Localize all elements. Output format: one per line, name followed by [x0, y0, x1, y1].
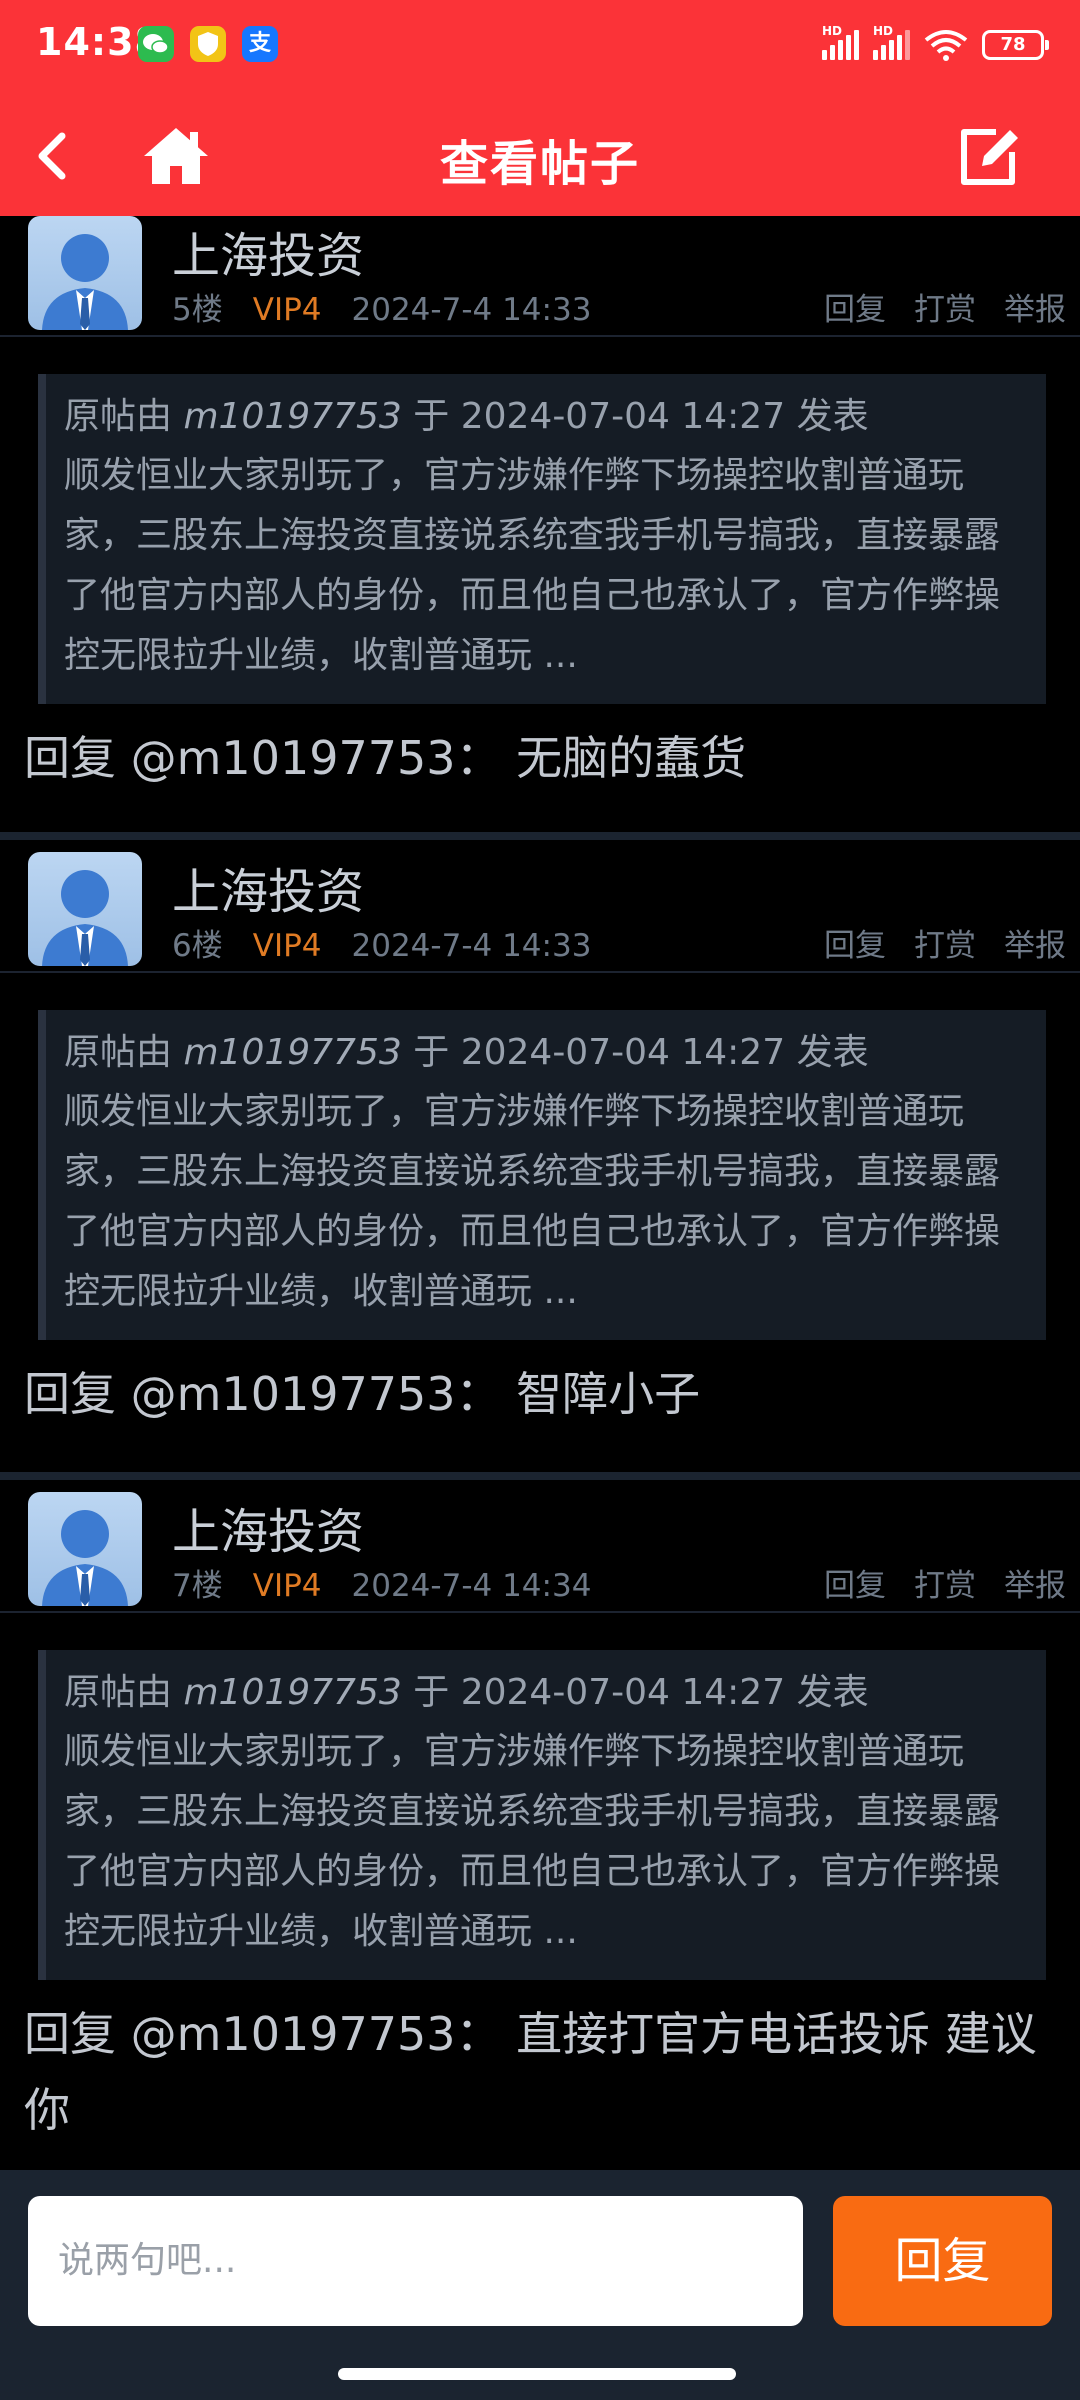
wifi-icon	[924, 30, 968, 61]
avatar[interactable]	[28, 1492, 142, 1606]
floor-number: 6楼	[172, 928, 223, 964]
reply-composer: 说两句吧... 回复	[0, 2170, 1080, 2400]
post-divider	[0, 1472, 1080, 1480]
floor-number: 5楼	[172, 292, 223, 328]
battery-icon: 78	[982, 30, 1049, 60]
vip-badge: VIP4	[252, 1568, 322, 1604]
shield-app-icon	[190, 26, 226, 62]
post-header: 上海投资 5楼 VIP4 2024-7-4 14:33 回复 打赏 举报	[0, 216, 1080, 337]
comment-input[interactable]: 说两句吧...	[28, 2196, 803, 2326]
avatar[interactable]	[28, 216, 142, 330]
reply-post: 上海投资 7楼 VIP4 2024-7-4 14:34 回复 打赏 举报 原帖由 m…	[0, 1486, 1080, 2170]
reply-text: 回复 @m10197753： 智障小子	[24, 1367, 701, 1421]
cellular-signal-icon-1: HD	[822, 24, 859, 60]
status-bar: 14:38 支 HD HD 78	[0, 0, 1080, 88]
report-link[interactable]: 举报	[1004, 920, 1066, 965]
page-title: 查看帖子	[439, 136, 640, 192]
status-indicators: HD HD 78	[822, 24, 1049, 66]
cellular-signal-icon-2: HD	[873, 24, 910, 60]
post-meta: 5楼 VIP4 2024-7-4 14:33	[172, 284, 591, 329]
quoted-post: 原帖由 m10197753 于 2024-07-04 14:27 发表 顺发恒业…	[38, 1650, 1046, 1980]
quote-user[interactable]: m10197753	[183, 396, 401, 437]
post-header: 上海投资 7楼 VIP4 2024-7-4 14:34 回复 打赏 举报	[0, 1486, 1080, 1613]
username[interactable]: 上海投资	[172, 1492, 364, 1562]
tip-link[interactable]: 打赏	[914, 920, 976, 965]
reply-post: 上海投资 5楼 VIP4 2024-7-4 14:33 回复 打赏 举报 原帖由 m…	[0, 216, 1080, 840]
reply-text: 回复 @m10197753： 直接打官方电话投诉 建议你	[24, 2007, 1037, 2137]
edit-icon[interactable]	[956, 124, 1024, 188]
username[interactable]: 上海投资	[172, 852, 364, 922]
nav-bar: 查看帖子	[0, 108, 1080, 204]
app-header: 14:38 支 HD HD 78 查看帖子	[0, 0, 1080, 216]
reply-link[interactable]: 回复	[824, 284, 886, 329]
quoted-post: 原帖由 m10197753 于 2024-07-04 14:27 发表 顺发恒业…	[38, 374, 1046, 704]
post-meta: 7楼 VIP4 2024-7-4 14:34	[172, 1560, 591, 1605]
username[interactable]: 上海投资	[172, 216, 364, 286]
quote-header: 原帖由 m10197753 于 2024-07-04 14:27 发表	[64, 1032, 869, 1073]
quote-text: 顺发恒业大家别玩了，官方涉嫌作弊下场操控收割普通玩家，三股东上海投资直接说系统查…	[64, 455, 1001, 676]
vip-badge: VIP4	[252, 928, 322, 964]
tip-link[interactable]: 打赏	[914, 284, 976, 329]
avatar[interactable]	[28, 852, 142, 966]
quoted-post: 原帖由 m10197753 于 2024-07-04 14:27 发表 顺发恒业…	[38, 1010, 1046, 1340]
tip-link[interactable]: 打赏	[914, 1560, 976, 1605]
post-meta: 6楼 VIP4 2024-7-4 14:33	[172, 920, 591, 965]
post-time: 2024-7-4 14:33	[351, 928, 592, 964]
quote-text: 顺发恒业大家别玩了，官方涉嫌作弊下场操控收割普通玩家，三股东上海投资直接说系统查…	[64, 1731, 1001, 1952]
submit-reply-button[interactable]: 回复	[833, 2196, 1052, 2326]
quote-text: 顺发恒业大家别玩了，官方涉嫌作弊下场操控收割普通玩家，三股东上海投资直接说系统查…	[64, 1091, 1001, 1312]
post-time: 2024-7-4 14:33	[351, 292, 592, 328]
home-indicator[interactable]	[338, 2368, 736, 2380]
post-actions: 回复 打赏 举报	[824, 1560, 1066, 1605]
vip-badge: VIP4	[252, 292, 322, 328]
quote-header: 原帖由 m10197753 于 2024-07-04 14:27 发表	[64, 1672, 869, 1713]
report-link[interactable]: 举报	[1004, 1560, 1066, 1605]
alipay-icon: 支	[242, 26, 278, 62]
reply-link[interactable]: 回复	[824, 920, 886, 965]
quote-header: 原帖由 m10197753 于 2024-07-04 14:27 发表	[64, 396, 869, 437]
quote-user[interactable]: m10197753	[183, 1672, 401, 1713]
post-time: 2024-7-4 14:34	[351, 1568, 592, 1604]
floor-number: 7楼	[172, 1568, 223, 1604]
post-header: 上海投资 6楼 VIP4 2024-7-4 14:33 回复 打赏 举报	[0, 846, 1080, 973]
post-actions: 回复 打赏 举报	[824, 920, 1066, 965]
post-divider	[0, 832, 1080, 840]
post-actions: 回复 打赏 举报	[824, 284, 1066, 329]
reply-post: 上海投资 6楼 VIP4 2024-7-4 14:33 回复 打赏 举报 原帖由 m…	[0, 846, 1080, 1476]
reply-link[interactable]: 回复	[824, 1560, 886, 1605]
wechat-icon	[138, 26, 174, 62]
post-feed[interactable]: 上海投资 5楼 VIP4 2024-7-4 14:33 回复 打赏 举报 原帖由 m…	[0, 216, 1080, 2170]
reply-text: 回复 @m10197753： 无脑的蠢货	[24, 731, 747, 785]
report-link[interactable]: 举报	[1004, 284, 1066, 329]
quote-user[interactable]: m10197753	[183, 1032, 401, 1073]
